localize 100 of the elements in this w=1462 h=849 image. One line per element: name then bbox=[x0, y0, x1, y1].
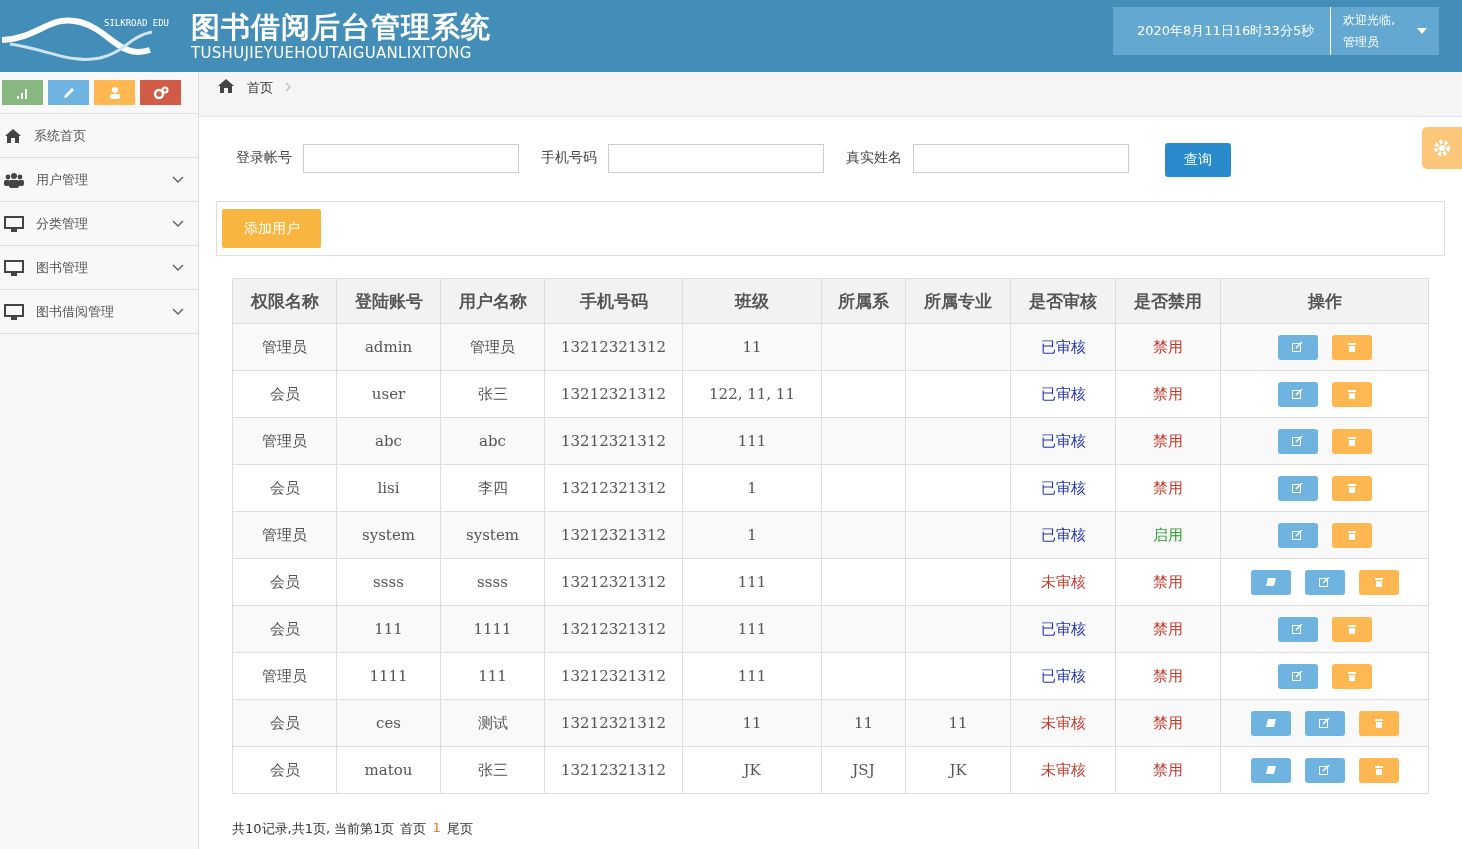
edit-button[interactable] bbox=[1277, 334, 1318, 360]
enabled-status-cell: 禁用 bbox=[1115, 605, 1221, 653]
trash-icon bbox=[1347, 436, 1356, 446]
users-icon bbox=[4, 171, 24, 188]
column-header: 用户名称 bbox=[440, 278, 545, 324]
edit-icon bbox=[1292, 530, 1303, 540]
column-header: 班级 bbox=[682, 278, 822, 324]
edit-button[interactable] bbox=[1304, 710, 1345, 736]
search-field[interactable] bbox=[303, 143, 519, 173]
pencil-shortcut-button[interactable] bbox=[48, 80, 89, 105]
enabled-status-cell: 禁用 bbox=[1115, 746, 1221, 794]
table-cell: 13212321312 bbox=[544, 370, 683, 418]
table-cell: ssss bbox=[336, 558, 441, 606]
chart-shortcut-button[interactable] bbox=[2, 80, 43, 105]
logo-text: SILKROAD EDU bbox=[104, 18, 170, 28]
edit-button[interactable] bbox=[1304, 757, 1345, 783]
table-cell: matou bbox=[336, 746, 441, 794]
settings-icon bbox=[1432, 138, 1452, 158]
trash-icon bbox=[1347, 671, 1356, 681]
table-cell: 会员 bbox=[232, 558, 337, 606]
edit-icon bbox=[1319, 577, 1330, 587]
column-header: 手机号码 bbox=[544, 278, 683, 324]
home-icon bbox=[4, 127, 22, 144]
table-cell: 张三 bbox=[440, 746, 545, 794]
last-page-link[interactable]: 尾页 bbox=[446, 820, 473, 838]
column-header: 是否禁用 bbox=[1115, 278, 1221, 324]
table-cell: 13212321312 bbox=[544, 323, 683, 371]
table-cell: 张三 bbox=[440, 370, 545, 418]
users-shortcut-button[interactable] bbox=[94, 80, 135, 105]
cogs-shortcut-button[interactable] bbox=[140, 80, 181, 105]
breadcrumb-link[interactable]: 首页 bbox=[247, 79, 273, 97]
trash-icon bbox=[1347, 624, 1356, 634]
edit-button[interactable] bbox=[1304, 569, 1345, 595]
book-icon bbox=[1265, 766, 1276, 774]
delete-button[interactable] bbox=[1331, 475, 1372, 501]
table-cell: 会员 bbox=[232, 605, 337, 653]
table-cell: 11 bbox=[905, 699, 1011, 747]
search-field[interactable] bbox=[608, 143, 824, 173]
audit-status-cell: 已审核 bbox=[1010, 370, 1116, 418]
edit-button[interactable] bbox=[1277, 663, 1318, 689]
table-cell: admin bbox=[336, 323, 441, 371]
delete-button[interactable] bbox=[1331, 522, 1372, 548]
edit-icon bbox=[1292, 624, 1303, 634]
chevron-down-icon bbox=[172, 219, 184, 228]
delete-button[interactable] bbox=[1331, 663, 1372, 689]
edit-button[interactable] bbox=[1277, 616, 1318, 642]
audit-status-cell: 已审核 bbox=[1010, 417, 1116, 465]
table-cell: 111 bbox=[336, 605, 441, 653]
edit-button[interactable] bbox=[1277, 475, 1318, 501]
table-cell: 111 bbox=[682, 652, 822, 700]
delete-button[interactable] bbox=[1331, 616, 1372, 642]
first-page-link[interactable]: 首页 bbox=[400, 820, 427, 838]
table-cell: 111 bbox=[440, 652, 545, 700]
edit-icon bbox=[1319, 765, 1330, 775]
chevron-right-icon bbox=[285, 82, 291, 92]
edit-button[interactable] bbox=[1277, 522, 1318, 548]
chevron-down-icon bbox=[172, 307, 184, 316]
column-header: 所属系 bbox=[821, 278, 906, 324]
audit-status-cell: 未审核 bbox=[1010, 699, 1116, 747]
field-label: 手机号码 bbox=[541, 149, 597, 167]
table-cell: 13212321312 bbox=[544, 652, 683, 700]
table-cell: 122, 11, 11 bbox=[682, 370, 822, 418]
field-label: 真实姓名 bbox=[846, 149, 902, 167]
table-cell: abc bbox=[336, 417, 441, 465]
enabled-status-cell: 禁用 bbox=[1115, 699, 1221, 747]
edit-icon bbox=[1319, 718, 1330, 728]
trash-icon bbox=[1347, 530, 1356, 540]
table-cell: 1111 bbox=[440, 605, 545, 653]
delete-button[interactable] bbox=[1331, 428, 1372, 454]
table-cell: 11 bbox=[682, 699, 822, 747]
delete-button[interactable] bbox=[1358, 757, 1399, 783]
enabled-status-cell: 禁用 bbox=[1115, 370, 1221, 418]
approve-button[interactable] bbox=[1250, 569, 1291, 595]
home-icon bbox=[217, 78, 235, 94]
approve-button[interactable] bbox=[1250, 710, 1291, 736]
delete-button[interactable] bbox=[1331, 334, 1372, 360]
column-header: 所属专业 bbox=[905, 278, 1011, 324]
table-cell: 会员 bbox=[232, 746, 337, 794]
edit-button[interactable] bbox=[1277, 381, 1318, 407]
query-button[interactable]: 查询 bbox=[1165, 143, 1231, 177]
settings-button[interactable] bbox=[1422, 127, 1462, 169]
edit-button[interactable] bbox=[1277, 428, 1318, 454]
delete-button[interactable] bbox=[1358, 710, 1399, 736]
table-cell: 111 bbox=[682, 417, 822, 465]
bar-chart-icon bbox=[15, 86, 30, 99]
approve-button[interactable] bbox=[1250, 757, 1291, 783]
table-cell: 会员 bbox=[232, 464, 337, 512]
gears-icon bbox=[152, 85, 169, 100]
monitor-icon bbox=[4, 215, 24, 232]
trash-icon bbox=[1347, 483, 1356, 493]
search-field[interactable] bbox=[913, 143, 1129, 173]
enabled-status-cell: 禁用 bbox=[1115, 558, 1221, 606]
delete-button[interactable] bbox=[1358, 569, 1399, 595]
enabled-status-cell: 禁用 bbox=[1115, 417, 1221, 465]
enabled-status-cell: 禁用 bbox=[1115, 323, 1221, 371]
table-cell: 111 bbox=[682, 605, 822, 653]
table-cell: system bbox=[336, 511, 441, 559]
column-header: 操作 bbox=[1220, 278, 1429, 324]
delete-button[interactable] bbox=[1331, 381, 1372, 407]
chevron-down-icon bbox=[172, 263, 184, 272]
